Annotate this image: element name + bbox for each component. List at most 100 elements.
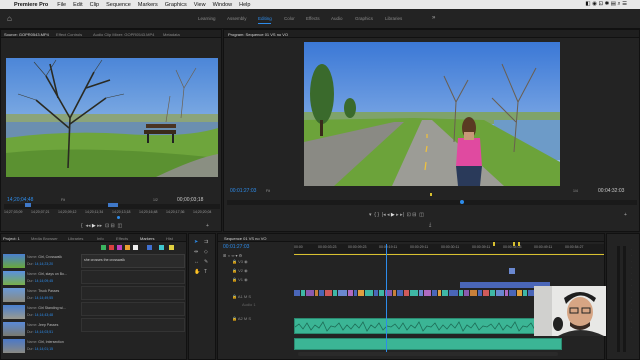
source-zoom[interactable]: 1/2 — [153, 198, 158, 202]
track-v1-header[interactable]: 🔒 V1 ◉ — [232, 277, 248, 282]
sequence-marker[interactable] — [518, 242, 520, 246]
v1-clip[interactable] — [478, 290, 482, 296]
v1-clip[interactable] — [509, 290, 516, 296]
step-forward-icon[interactable]: ▸▸ — [97, 223, 102, 229]
v1-clip[interactable] — [393, 290, 396, 296]
marker-color-magenta[interactable] — [117, 245, 122, 250]
track-v2-header[interactable]: 🔒 V2 ◉ — [232, 268, 248, 273]
source-marker[interactable] — [25, 203, 31, 207]
ripple-edit-tool-icon[interactable]: ⇹ — [194, 249, 198, 255]
project-item[interactable]: Name: Girl Standing wi... Dur: 14;14;43;… — [3, 304, 79, 320]
menu-view[interactable]: View — [194, 2, 206, 8]
program-playhead[interactable] — [460, 200, 464, 204]
marker-color-green[interactable] — [101, 245, 106, 250]
marker-color-blue[interactable] — [147, 245, 152, 250]
project-item[interactable]: Name: Truck Passes Dur: 14;14;49;55 — [3, 287, 79, 303]
marker-color-white[interactable] — [133, 245, 138, 250]
solo-icon[interactable]: S — [248, 316, 251, 321]
v1-clip[interactable] — [338, 290, 347, 296]
workspace-color[interactable]: Color — [284, 16, 295, 21]
workspace-effects[interactable]: Effects — [306, 16, 320, 21]
lock-icon[interactable]: 🔒 — [232, 277, 237, 282]
tab-info[interactable]: Info — [97, 236, 104, 241]
tab-project[interactable]: Project: 1 — [3, 236, 20, 241]
tab-effect-controls[interactable]: Effect Controls — [56, 32, 82, 37]
v1-clip[interactable] — [354, 290, 357, 296]
v1-clip[interactable] — [348, 290, 353, 296]
program-marker[interactable] — [430, 193, 432, 196]
program-ruler[interactable] — [227, 200, 637, 205]
menu-graphics[interactable]: Graphics — [165, 2, 187, 8]
v1-clip[interactable] — [294, 290, 300, 296]
v1-clip[interactable] — [442, 290, 448, 296]
workspace-audio[interactable]: Audio — [331, 16, 343, 21]
mark-out-icon[interactable]: } — [377, 212, 379, 218]
source-fit[interactable]: Fit — [61, 198, 65, 202]
marker-color-yellow[interactable] — [169, 245, 174, 250]
tab-metadata[interactable]: Metadata — [163, 32, 180, 37]
source-video[interactable] — [6, 58, 218, 177]
v1-clip[interactable] — [301, 290, 305, 296]
menu-window[interactable]: Window — [213, 2, 233, 8]
tab-program[interactable]: Program: Sequence 01 VS no VO — [228, 32, 288, 37]
sequence-marker[interactable] — [493, 242, 495, 246]
v1-clip[interactable] — [483, 290, 489, 296]
workspace-menu-icon[interactable]: » — [432, 15, 435, 21]
insert-icon[interactable]: ⊡ — [105, 223, 109, 229]
solo-icon[interactable]: S — [248, 294, 251, 299]
marker-entry[interactable]: she crosses the crosswalk — [81, 254, 185, 268]
menu-markers[interactable]: Markers — [138, 2, 158, 8]
razor-tool-icon[interactable]: ◇ — [204, 249, 208, 255]
type-tool-icon[interactable]: T — [204, 269, 207, 275]
v1-clip[interactable] — [306, 290, 314, 296]
track-v3-header[interactable]: 🔒 V3 ◉ — [232, 259, 248, 264]
timeline-timecode[interactable]: 00:01:27:03 — [223, 244, 249, 250]
v2-clip[interactable] — [509, 268, 515, 274]
tab-audio-clip-mixer[interactable]: Audio Clip Mixer: GOPR0543.MP4 — [93, 32, 154, 37]
mark-in-icon[interactable]: { — [374, 212, 376, 218]
v1-clip[interactable] — [517, 290, 522, 296]
eye-icon[interactable]: ◉ — [244, 268, 248, 273]
menu-sequence[interactable]: Sequence — [106, 2, 131, 8]
v1-clip[interactable] — [505, 290, 508, 296]
source-playhead[interactable] — [117, 216, 120, 219]
v1-clip[interactable] — [319, 290, 324, 296]
export-frame-icon[interactable]: ◫ — [118, 223, 123, 229]
program-zoom[interactable]: 1/4 — [573, 189, 578, 193]
marker-color-orange[interactable] — [125, 245, 130, 250]
workspace-editing[interactable]: Editing — [258, 16, 272, 21]
audio-clip-a2[interactable] — [294, 338, 562, 350]
export-frame-icon[interactable]: ◫ — [419, 212, 424, 218]
marker-entry[interactable] — [81, 270, 185, 284]
menu-edit[interactable]: Edit — [73, 2, 82, 8]
marker-entry[interactable] — [81, 318, 185, 332]
play-icon[interactable]: ▶ — [391, 212, 395, 218]
v1-clip[interactable] — [325, 290, 332, 296]
tab-history[interactable]: Hist — [166, 236, 173, 241]
program-timecode[interactable]: 00:01:27:03 — [230, 188, 256, 194]
workspace-learning[interactable]: Learning — [198, 16, 216, 21]
track-a2-header[interactable]: 🔒 A2 M S — [232, 316, 251, 321]
v1-clip[interactable] — [438, 290, 441, 296]
extract-icon[interactable]: ⊟ — [412, 212, 416, 218]
program-video[interactable] — [304, 42, 560, 186]
track-select-tool-icon[interactable]: ⇉ — [204, 239, 208, 245]
v1-clip[interactable] — [358, 290, 364, 296]
step-forward-icon[interactable]: ▸ — [396, 212, 399, 218]
home-icon[interactable]: ⌂ — [7, 14, 17, 23]
project-item[interactable]: Name: Girl, Intersection Dur: 14;14;01;1… — [3, 338, 79, 354]
add-button-icon[interactable]: + — [624, 212, 627, 218]
menu-clip[interactable]: Clip — [90, 2, 99, 8]
audio-clip-a1[interactable] — [294, 318, 564, 334]
marker-comment[interactable]: she crosses the crosswalk — [84, 258, 125, 262]
play-icon[interactable]: ▶ — [92, 223, 96, 229]
v1-clip[interactable] — [459, 290, 463, 296]
v1-clip[interactable] — [490, 290, 495, 296]
app-menu[interactable]: Premiere Pro — [14, 2, 48, 8]
menu-file[interactable]: File — [57, 2, 66, 8]
overwrite-icon[interactable]: ⊟ — [111, 223, 115, 229]
marker-entry[interactable] — [81, 302, 185, 316]
project-item[interactable]: Name: Girl, Crosswalk Dur: 14;14;23;20 — [3, 253, 79, 269]
v1-clip[interactable] — [374, 290, 378, 296]
step-back-icon[interactable]: ◂ — [387, 212, 390, 218]
